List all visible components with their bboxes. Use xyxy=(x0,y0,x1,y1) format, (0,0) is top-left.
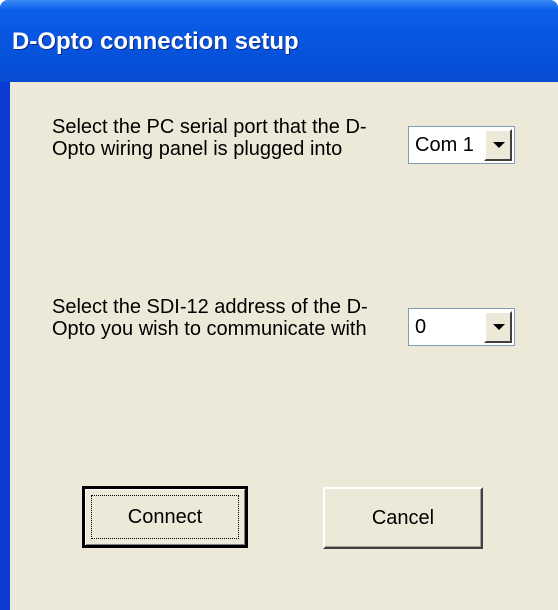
sdi12-address-dropdown-button[interactable] xyxy=(484,311,512,343)
serial-port-value: Com 1 xyxy=(415,134,474,156)
dialog-window: D-Opto connection setup Select the PC se… xyxy=(0,0,558,610)
chevron-down-icon xyxy=(493,324,505,330)
window-title: D-Opto connection setup xyxy=(12,28,299,55)
connect-button[interactable]: Connect xyxy=(82,486,248,548)
cancel-button[interactable]: Cancel xyxy=(323,487,483,549)
title-bar[interactable]: D-Opto connection setup xyxy=(0,0,558,82)
serial-port-label: Select the PC serial port that the D-Opt… xyxy=(52,116,367,160)
sdi12-address-dropdown[interactable]: 0 xyxy=(408,308,515,346)
serial-port-dropdown-button[interactable] xyxy=(484,129,512,161)
sdi12-address-value: 0 xyxy=(415,316,427,338)
chevron-down-icon xyxy=(493,142,505,148)
sdi12-address-label: Select the SDI-12 address of the D-Opto … xyxy=(52,296,368,340)
serial-port-dropdown[interactable]: Com 1 xyxy=(408,126,515,164)
cancel-button-label: Cancel xyxy=(371,506,435,529)
dialog-body: Select the PC serial port that the D-Opt… xyxy=(10,82,558,610)
connect-button-label: Connect xyxy=(127,505,203,528)
